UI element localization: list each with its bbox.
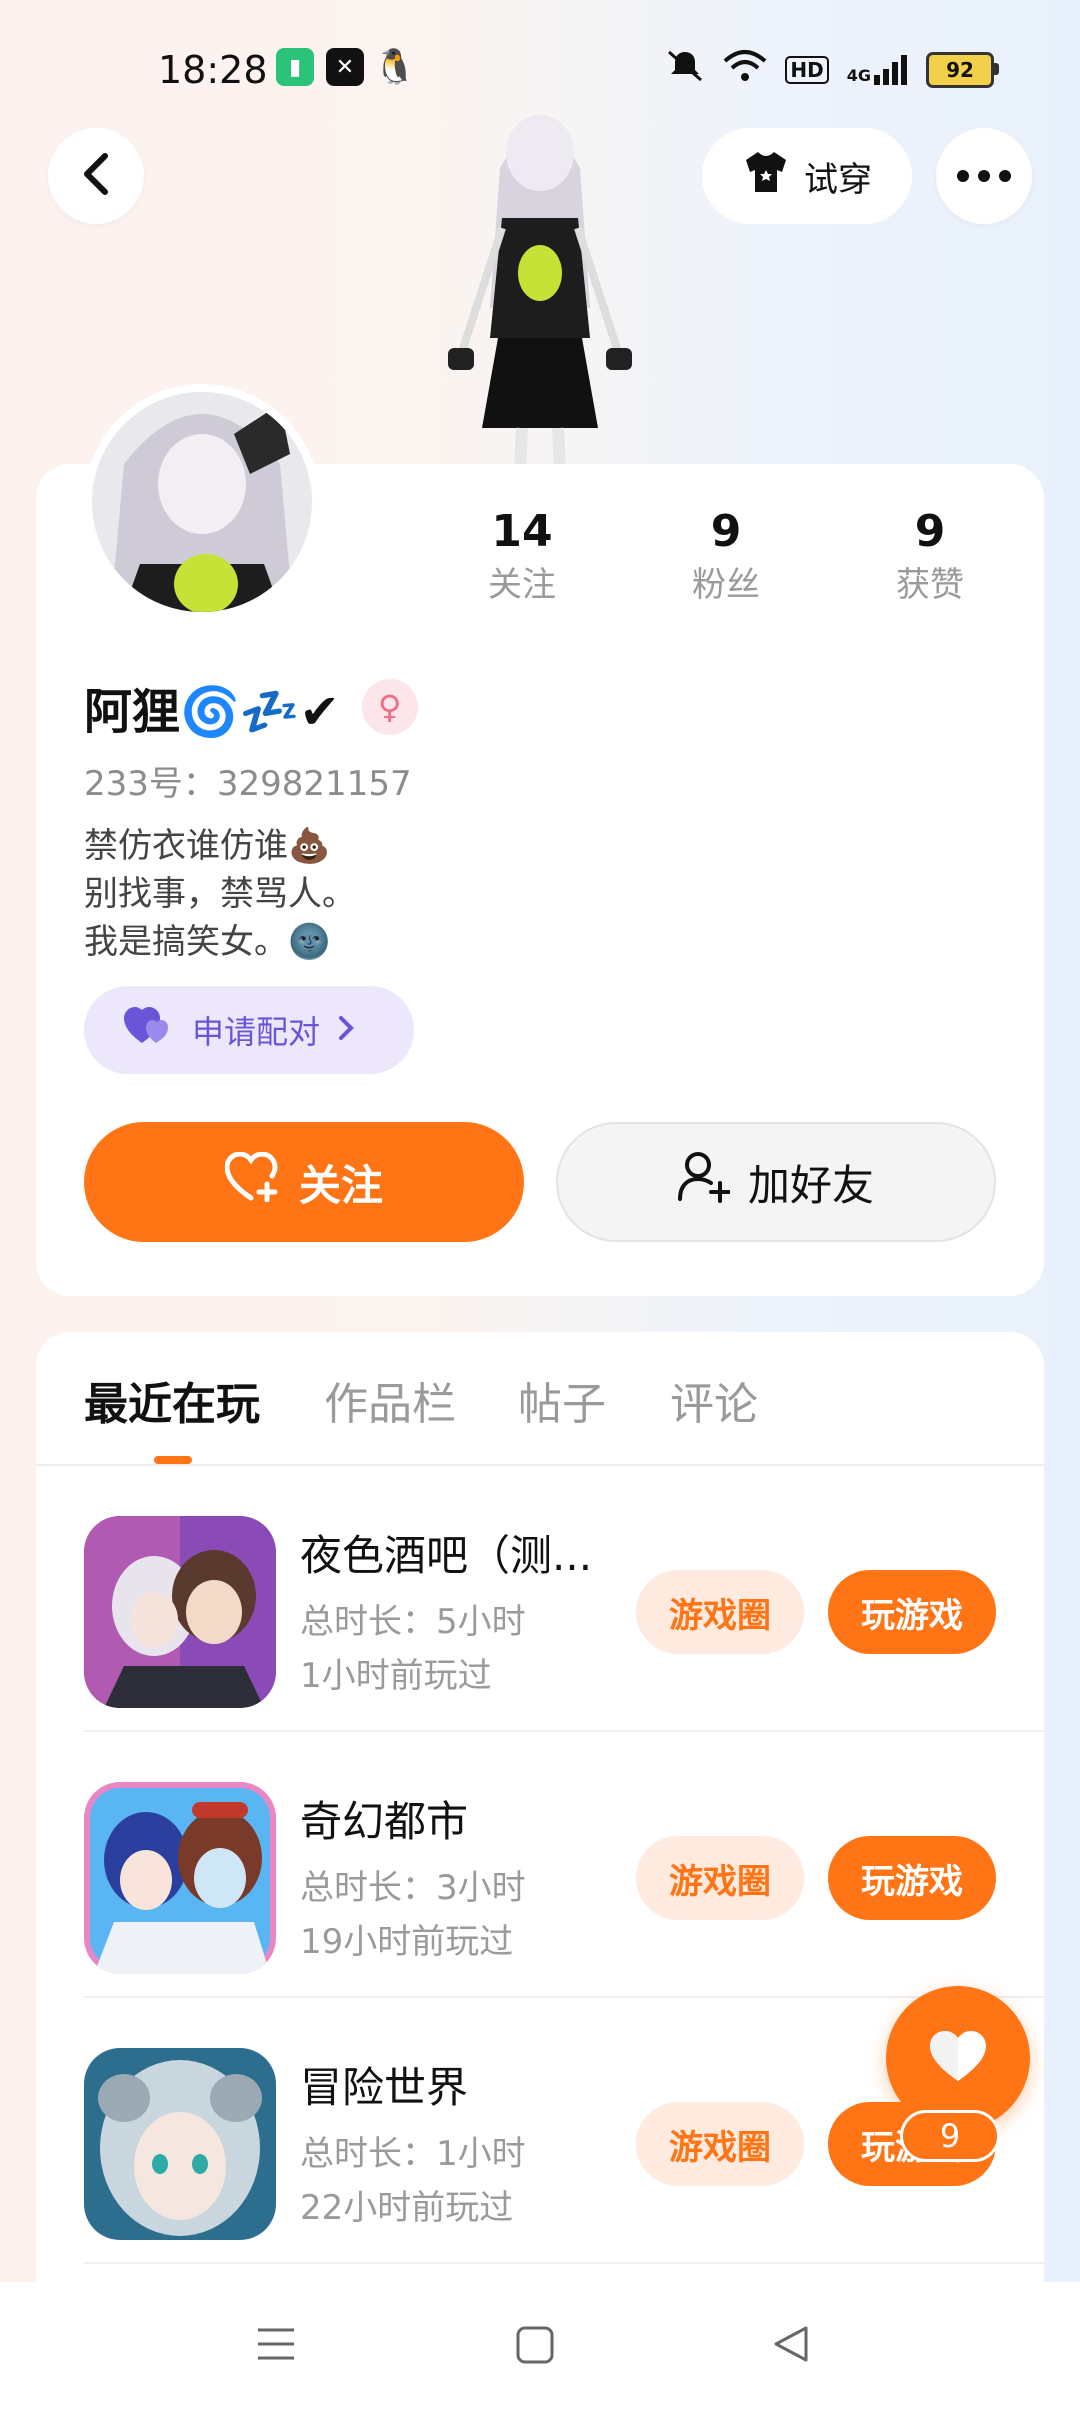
stat-likes-label: 获赞 (896, 565, 964, 605)
wifi-icon (723, 49, 767, 90)
stat-following[interactable]: 14 关注 (442, 506, 602, 606)
more-button[interactable] (936, 128, 1032, 224)
stat-following-value: 14 (491, 506, 553, 557)
game-duration: 总时长：3小时 (300, 1868, 526, 1908)
stat-followers-label: 粉丝 (692, 565, 760, 605)
bio: 禁仿衣谁仿谁💩 别找事，禁骂人。 我是搞笑女。🌚 (84, 822, 356, 966)
signal-label: 4G (846, 65, 871, 85)
hearts-icon (124, 1007, 174, 1053)
chevron-right-icon (338, 1011, 354, 1049)
add-friend-label: 加好友 (747, 1160, 874, 1210)
username: 阿狸🌀💤✔ (84, 684, 340, 740)
play-game-button[interactable]: 玩游戏 (828, 1836, 996, 1920)
tab-comments[interactable]: 评论 (670, 1368, 758, 1432)
more-dots-icon (957, 167, 1011, 186)
system-nav-bar (0, 2282, 1080, 2412)
stat-likes-value: 9 (914, 506, 946, 557)
chevron-left-icon (81, 152, 111, 200)
apply-pair-button[interactable]: 申请配对 (84, 986, 414, 1074)
follow-button[interactable]: 关注 (84, 1122, 524, 1242)
bio-line: 我是搞笑女。🌚 (84, 922, 331, 962)
game-row[interactable]: 奇幻都市 总时长：3小时 19小时前玩过 游戏圈 玩游戏 (36, 1732, 1044, 1998)
tab-recently-played[interactable]: 最近在玩 (84, 1368, 260, 1432)
avatar[interactable] (84, 384, 320, 620)
user-plus-icon (677, 1151, 731, 1213)
game-circle-button[interactable]: 游戏圈 (636, 2102, 804, 2186)
game-last-played: 19小时前玩过 (300, 1922, 514, 1962)
signal-icon: 4G (846, 54, 908, 85)
stat-likes[interactable]: 9 获赞 (850, 506, 1010, 606)
hd-badge: HD (785, 55, 829, 84)
home-icon[interactable] (516, 2326, 554, 2368)
mute-icon (665, 48, 705, 91)
tshirt-icon (742, 150, 790, 203)
bio-line: 别找事，禁骂人。 (84, 874, 356, 914)
qq-app-icon: 🐧 (373, 47, 417, 87)
play-game-button[interactable]: 玩游戏 (828, 1570, 996, 1654)
game-cover-image (84, 1782, 276, 1974)
status-time: 18:28 (158, 48, 268, 92)
gender-female-icon: ♀ (361, 679, 418, 735)
game-circle-button[interactable]: 游戏圈 (636, 1836, 804, 1920)
game-duration: 总时长：1小时 (300, 2134, 526, 2174)
tab-works[interactable]: 作品栏 (324, 1368, 456, 1432)
bio-line: 禁仿衣谁仿谁💩 (84, 826, 331, 866)
stat-followers[interactable]: 9 粉丝 (646, 506, 806, 606)
tab-posts[interactable]: 帖子 (518, 1368, 606, 1432)
game-duration: 总时长：5小时 (300, 1602, 526, 1642)
apply-pair-label: 申请配对 (192, 1013, 321, 1051)
tab-active-indicator (154, 1456, 192, 1464)
game-title: 冒险世界 (300, 2063, 469, 2112)
like-count-badge: 9 (900, 2110, 1000, 2162)
username-row: 阿狸🌀💤✔ ♀ (84, 672, 418, 742)
add-friend-button[interactable]: 加好友 (556, 1122, 996, 1242)
menu-icon[interactable] (256, 2324, 296, 2368)
follow-label: 关注 (298, 1160, 383, 1210)
game-last-played: 1小时前玩过 (300, 1656, 492, 1696)
back-button[interactable] (48, 128, 144, 224)
game-title: 夜色酒吧（测... (300, 1531, 593, 1580)
user-id: 233号：329821157 (84, 764, 412, 804)
game-cover-image (84, 1516, 276, 1708)
tryon-label: 试穿 (804, 159, 872, 200)
heart-plus-icon (224, 1151, 281, 1212)
back-triangle-icon[interactable] (772, 2324, 810, 2368)
game-circle-button[interactable]: 游戏圈 (636, 1570, 804, 1654)
heart-icon (928, 2029, 988, 2087)
battery-indicator: 92 (926, 51, 999, 88)
game-cover-image (84, 2048, 276, 2240)
game-title: 奇幻都市 (300, 1797, 469, 1846)
game-last-played: 22小时前玩过 (300, 2188, 514, 2228)
avatar-character-figure (440, 108, 640, 471)
game-row[interactable]: 夜色酒吧（测... 总时长：5小时 1小时前玩过 游戏圈 玩游戏 (36, 1466, 1044, 1732)
capcut-app-icon: ✕ (326, 48, 364, 86)
stat-following-label: 关注 (488, 565, 556, 605)
battery-saver-app-icon: ▮ (276, 48, 314, 86)
row-divider (84, 2262, 1044, 2264)
stat-followers-value: 9 (710, 506, 742, 557)
tryon-button[interactable]: 试穿 (702, 128, 912, 224)
status-right-group: HD 4G 92 (665, 48, 999, 91)
floating-like-button[interactable] (886, 1986, 1030, 2130)
